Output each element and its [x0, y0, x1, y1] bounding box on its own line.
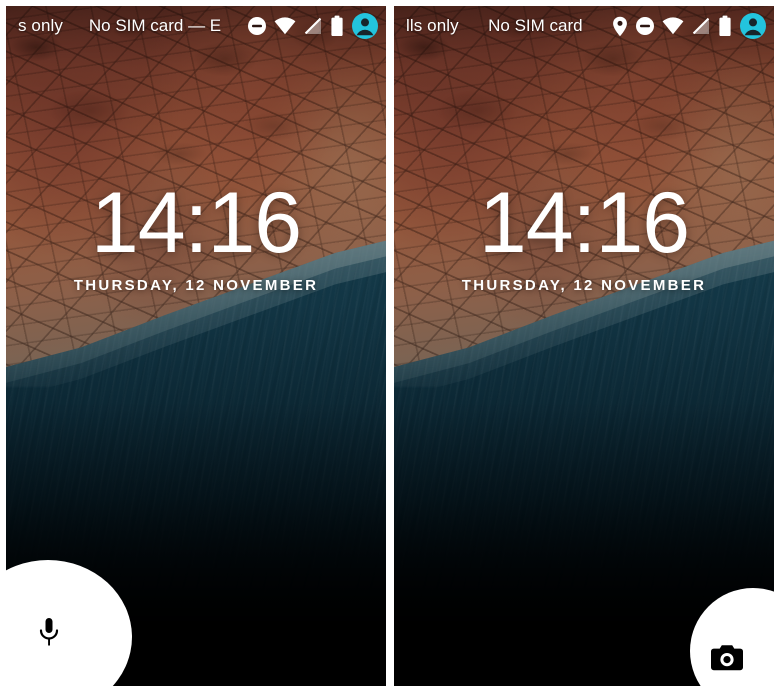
camera-icon [710, 644, 744, 672]
no-sim-card-label: No SIM card [488, 16, 583, 35]
wallpaper-scrim [394, 6, 774, 686]
status-bar-center: No SIM card [459, 16, 612, 36]
screenshot-comparison-stage: s only No SIM card — E 14:16 THURSDAY, 1… [0, 0, 782, 699]
no-sim-card-label: No SIM card — E [88, 16, 222, 35]
status-bar-left: s only No SIM card — E [6, 6, 386, 46]
lockscreen-clock-right: 14:16 THURSDAY, 12 NOVEMBER [394, 175, 774, 294]
microphone-icon [36, 616, 62, 650]
battery-icon [330, 15, 344, 37]
location-pin-icon [612, 16, 628, 37]
phone-screenshot-left: s only No SIM card — E 14:16 THURSDAY, 1… [6, 6, 386, 686]
clock-time: 14:16 [478, 175, 690, 271]
clock-time: 14:16 [90, 175, 302, 271]
cellular-signal-off-icon [691, 16, 711, 36]
user-avatar-icon[interactable] [739, 12, 767, 40]
clock-date: THURSDAY, 12 NOVEMBER [73, 276, 319, 294]
lockscreen-clock-left: 14:16 THURSDAY, 12 NOVEMBER [6, 175, 386, 294]
wifi-icon [662, 16, 684, 36]
carrier-label: s only [18, 16, 64, 35]
phone-screenshot-right: lls only No SIM card 14:16 THURSDAY, 12 … [394, 6, 774, 686]
do-not-disturb-icon [247, 16, 267, 36]
battery-icon [718, 15, 732, 37]
status-bar-icons-left [247, 12, 379, 40]
clock-date: THURSDAY, 12 NOVEMBER [461, 276, 707, 294]
do-not-disturb-icon [635, 16, 655, 36]
status-bar-right: lls only No SIM card [394, 6, 774, 46]
status-bar-icons-right [612, 12, 767, 40]
status-bar-center: No SIM card — E [63, 16, 247, 36]
lockscreen-wallpaper-right [394, 6, 774, 686]
wifi-icon [274, 16, 296, 36]
carrier-label: lls only [406, 16, 459, 35]
user-avatar-icon[interactable] [351, 12, 379, 40]
cellular-signal-off-icon [303, 16, 323, 36]
